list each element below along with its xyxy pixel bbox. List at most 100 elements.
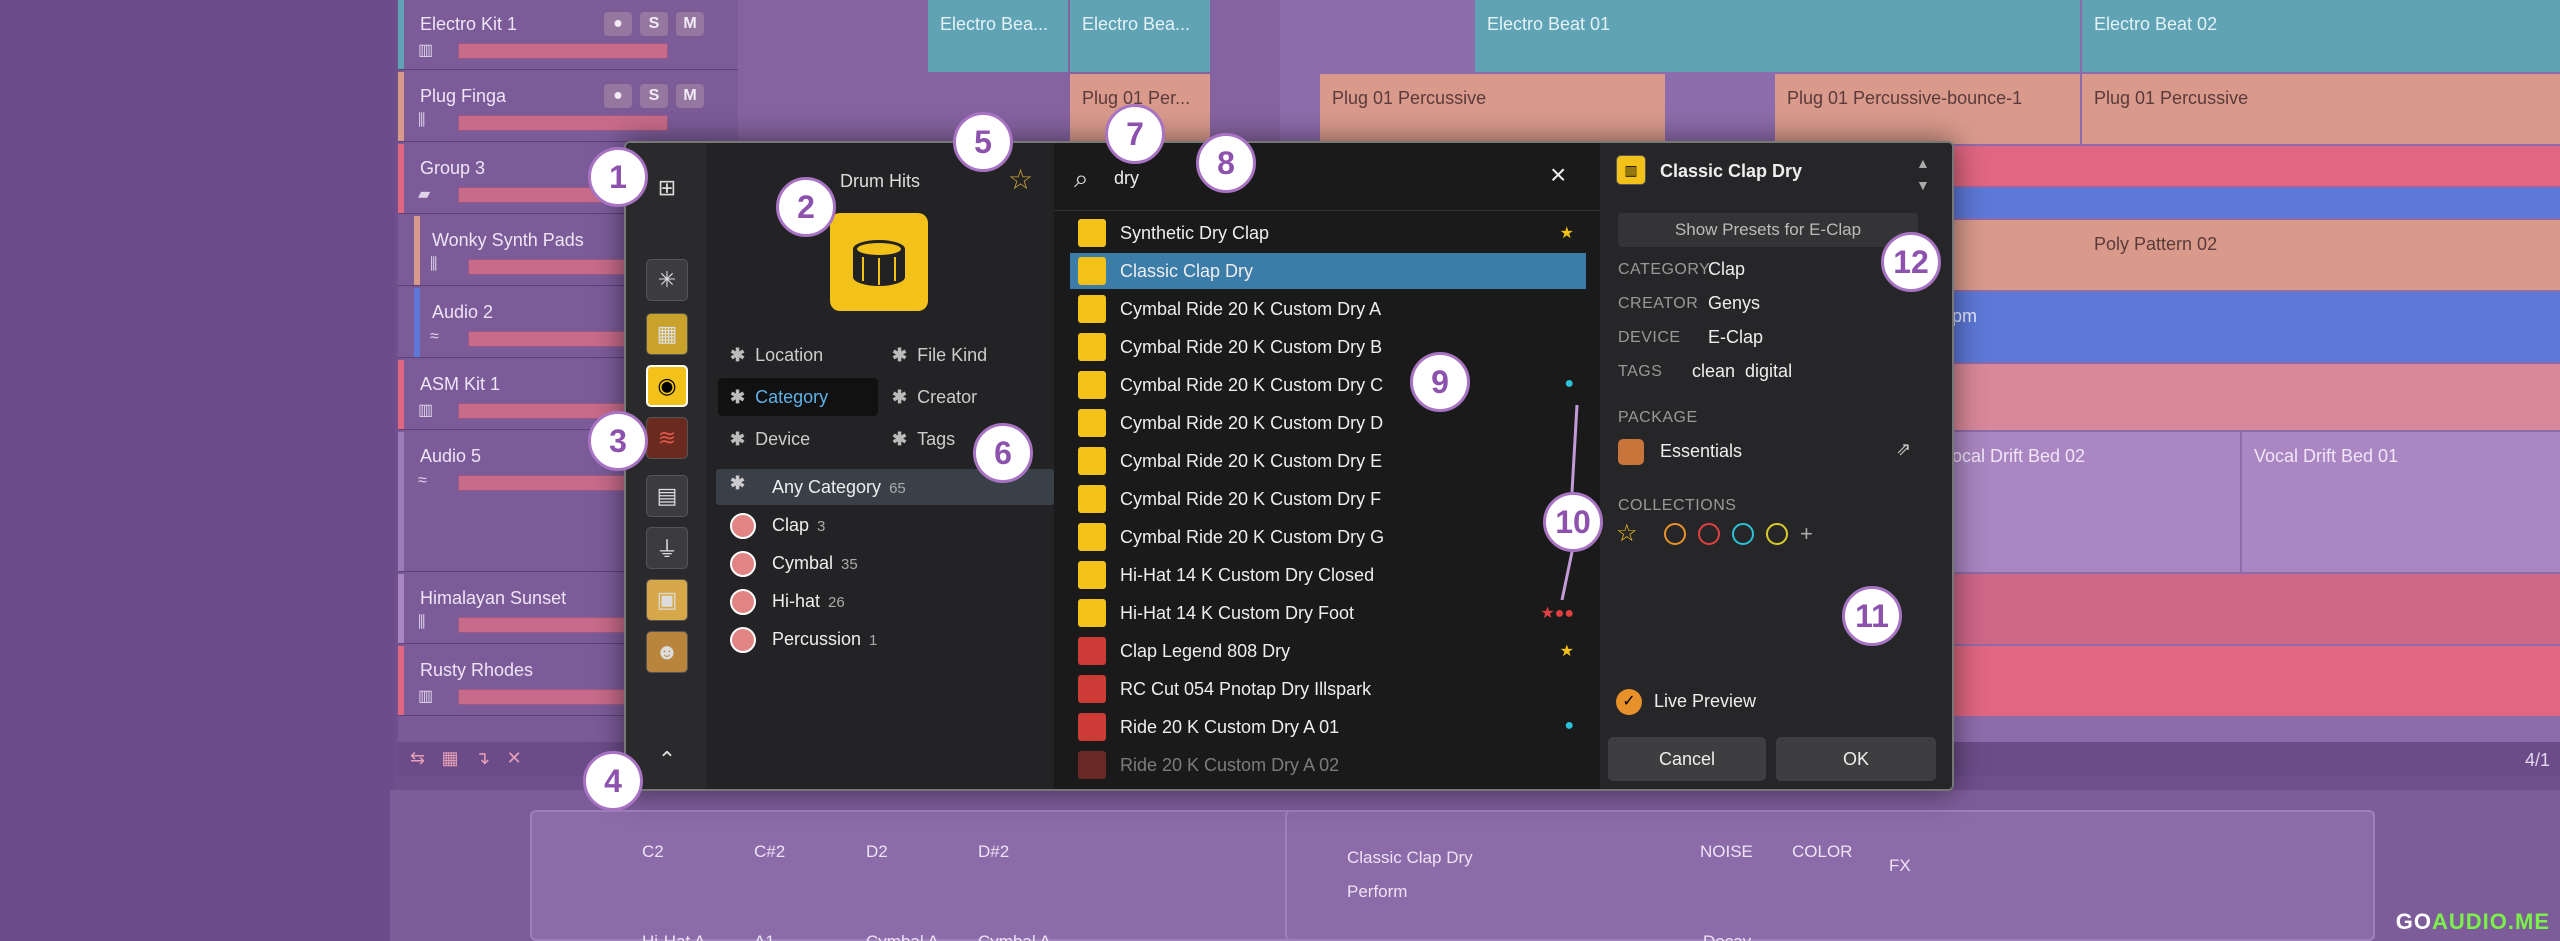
category-item-percussion[interactable]: Percussion 1 bbox=[716, 621, 1054, 657]
category-filter[interactable]: ✱ Category bbox=[730, 387, 828, 408]
clear-search-icon[interactable]: × bbox=[1550, 159, 1566, 191]
result-item[interactable]: RC Cut 054 Pnotap Dry Illspark bbox=[1070, 671, 1586, 707]
ok-button[interactable]: OK bbox=[1776, 737, 1936, 781]
clip[interactable]: Plug 01 Percussive-bounce-1 bbox=[1775, 74, 2080, 144]
solo-button[interactable]: S bbox=[640, 84, 668, 108]
route-icon[interactable]: ↴ bbox=[475, 748, 490, 769]
clip[interactable]: Electro Beat 01 bbox=[1475, 0, 2080, 72]
result-item[interactable]: Cymbal Ride 20 K Custom Dry E bbox=[1070, 443, 1586, 479]
category-item-hihat[interactable]: Hi-hat 26 bbox=[716, 583, 1054, 619]
result-item[interactable]: Hi-Hat 14 K Custom Dry Foot ★●● bbox=[1070, 595, 1586, 631]
delete-icon[interactable]: ✕ bbox=[507, 748, 522, 769]
grid-view-icon[interactable]: ⊞ bbox=[646, 167, 688, 209]
favorite-star-icon[interactable]: ☆ bbox=[1008, 163, 1033, 196]
collection-red[interactable] bbox=[1698, 523, 1720, 545]
file-kind-filter[interactable]: ✱ File Kind bbox=[892, 345, 987, 366]
pattern-tab-icon[interactable]: ▤ bbox=[646, 475, 688, 517]
chevron-up-icon[interactable]: ⌃ bbox=[646, 739, 688, 781]
result-item[interactable]: Cymbal Ride 20 K Custom Dry F bbox=[1070, 481, 1586, 517]
clip[interactable]: Electro Bea... bbox=[1070, 0, 1210, 72]
all-asterisk-icon[interactable]: ✳ bbox=[646, 259, 688, 301]
fx-button[interactable]: FX bbox=[1889, 856, 1911, 876]
result-item[interactable]: Cymbal Ride 20 K Custom Dry A bbox=[1070, 291, 1586, 327]
clip[interactable]: Vocal Drift Bed 01 bbox=[2242, 432, 2560, 572]
swap-icon[interactable]: ⇆ bbox=[410, 748, 425, 769]
result-item[interactable]: Cymbal Ride 20 K Custom Dry D bbox=[1070, 405, 1586, 441]
audio-file-icon bbox=[1078, 637, 1106, 665]
track-name: Audio 5 bbox=[420, 446, 482, 466]
drum-tab-icon[interactable]: ◉ bbox=[646, 365, 688, 407]
pad-name[interactable]: A1 bbox=[754, 932, 775, 941]
track-volume-bar[interactable] bbox=[458, 43, 668, 59]
mute-button[interactable]: M bbox=[676, 12, 704, 36]
result-item[interactable]: Ride 20 K Custom Dry A 02 bbox=[1070, 747, 1586, 783]
creator-filter[interactable]: ✱ Creator bbox=[892, 387, 977, 408]
pad-note: D2 bbox=[866, 842, 888, 861]
pad-name[interactable]: Cymbal A... bbox=[866, 932, 953, 941]
add-collection-icon[interactable]: + bbox=[1800, 521, 1813, 547]
track-volume-bar[interactable] bbox=[458, 115, 668, 131]
result-item[interactable]: Cymbal Ride 20 K Custom Dry G bbox=[1070, 519, 1586, 555]
clip[interactable]: ocal Drift Bed 02 bbox=[1940, 432, 2240, 572]
device-filter[interactable]: ✱ Device bbox=[730, 429, 810, 450]
preset-name[interactable]: Classic Clap Dry bbox=[1347, 848, 1473, 868]
pad-name[interactable]: Cymbal A... bbox=[978, 932, 1065, 941]
result-item[interactable]: Clap Legend 808 Dry ★ bbox=[1070, 633, 1586, 669]
clip[interactable] bbox=[1940, 574, 2560, 644]
search-input[interactable]: dry bbox=[1114, 168, 1139, 189]
collection-cyan[interactable] bbox=[1732, 523, 1754, 545]
user-tab-icon[interactable]: ☻ bbox=[646, 631, 688, 673]
clip[interactable]: Electro Bea... bbox=[928, 0, 1068, 72]
show-presets-button[interactable]: Show Presets for E-Clap bbox=[1618, 213, 1918, 247]
tags-filter[interactable]: ✱ Tags bbox=[892, 429, 955, 450]
device-tab-icon[interactable]: ▦ bbox=[646, 313, 688, 355]
clip-label: pm bbox=[1952, 306, 1978, 326]
category-item-cymbal[interactable]: Cymbal 35 bbox=[716, 545, 1054, 581]
result-item[interactable]: Cymbal Ride 20 K Custom Dry C ● bbox=[1070, 367, 1586, 403]
mute-button[interactable]: M bbox=[676, 84, 704, 108]
audio-file-icon bbox=[1078, 751, 1106, 779]
result-tag-icon: ● bbox=[1564, 717, 1574, 734]
record-arm-button[interactable]: ● bbox=[604, 12, 632, 36]
result-name: RC Cut 054 Pnotap Dry Illspark bbox=[1120, 679, 1372, 699]
track-row[interactable]: Plug Finga ● S M ⫼ bbox=[398, 72, 738, 142]
external-link-icon[interactable]: ⇗ bbox=[1896, 439, 1911, 460]
result-tag-icon: ★●● bbox=[1540, 605, 1574, 622]
sort-down-icon[interactable]: ▼ bbox=[1916, 177, 1930, 193]
category-item-clap[interactable]: Clap 3 bbox=[716, 507, 1054, 543]
preset-icon: ▥ bbox=[1616, 155, 1646, 185]
clip[interactable]: Electro Beat 02 bbox=[2082, 0, 2560, 72]
solo-button[interactable]: S bbox=[640, 12, 668, 36]
location-filter[interactable]: ✱ Location bbox=[730, 345, 823, 366]
result-item[interactable]: Ride 20 K Custom Dry A 01 ● bbox=[1070, 709, 1586, 745]
package-value[interactable]: Essentials bbox=[1660, 441, 1742, 462]
search-icon[interactable]: ⌕ bbox=[1074, 163, 1089, 195]
decay-label: Decay bbox=[1703, 932, 1751, 941]
package-tab-icon[interactable]: ▣ bbox=[646, 579, 688, 621]
audio-tab-icon[interactable]: ≋ bbox=[646, 417, 688, 459]
group-icon[interactable]: ▦ bbox=[442, 748, 459, 769]
watermark-part-b: AUDIO.ME bbox=[2432, 909, 2550, 934]
collection-yellow[interactable] bbox=[1766, 523, 1788, 545]
perform-dropdown[interactable]: Perform bbox=[1347, 882, 1407, 902]
category-label: CATEGORY bbox=[1618, 261, 1711, 278]
sort-up-icon[interactable]: ▲ bbox=[1916, 155, 1930, 171]
record-arm-button[interactable]: ● bbox=[604, 84, 632, 108]
result-item[interactable]: Classic Clap Dry bbox=[1070, 253, 1586, 289]
track-row[interactable]: Electro Kit 1 ● S M ▥ bbox=[398, 0, 738, 70]
result-item[interactable]: Cymbal Ride 20 K Custom Dry B bbox=[1070, 329, 1586, 365]
result-item[interactable]: Hi-Hat 14 K Custom Dry Closed bbox=[1070, 557, 1586, 593]
eclap-device[interactable]: Classic Clap Dry Perform NOISE COLOR Dec… bbox=[1285, 810, 2375, 941]
clip-label: ocal Drift Bed 02 bbox=[1952, 446, 2086, 466]
plugin-tab-icon[interactable]: ⏚ bbox=[646, 527, 688, 569]
pad-name[interactable]: Hi-Hat A... bbox=[642, 932, 719, 941]
collection-star-icon[interactable]: ☆ bbox=[1616, 519, 1638, 548]
checkmark-icon[interactable]: ✓ bbox=[1616, 689, 1642, 715]
result-item[interactable]: Synthetic Dry Clap ★ bbox=[1070, 215, 1586, 251]
cancel-button[interactable]: Cancel bbox=[1608, 737, 1766, 781]
clip[interactable]: Plug 01 Percussive bbox=[2082, 74, 2560, 144]
collection-orange[interactable] bbox=[1664, 523, 1686, 545]
clip[interactable]: Plug 01 Percussive bbox=[1320, 74, 1665, 144]
live-preview-toggle[interactable]: Live Preview bbox=[1654, 691, 1756, 712]
result-name: Ride 20 K Custom Dry A 01 bbox=[1120, 717, 1340, 737]
